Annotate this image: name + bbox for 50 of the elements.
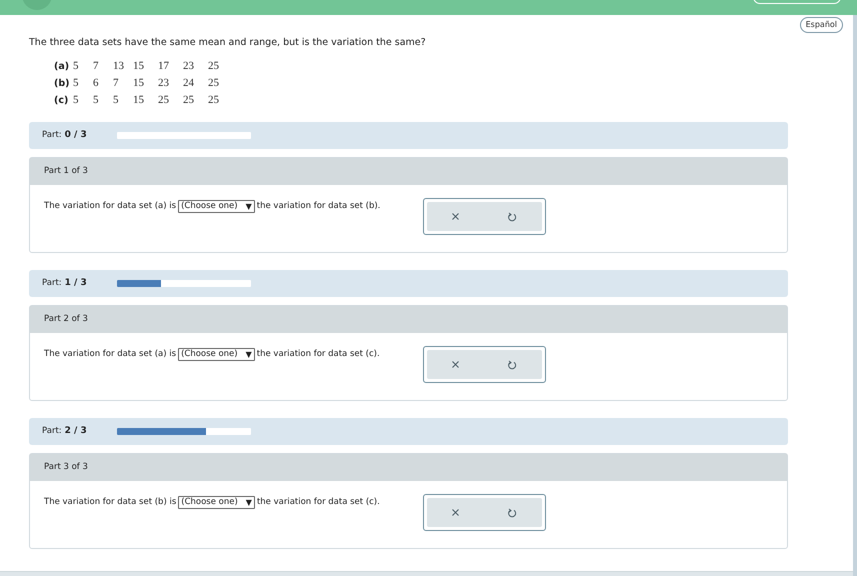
progress-count: 0 / 3: [64, 129, 88, 142]
data-set-label: (a): [54, 60, 70, 74]
close-icon[interactable]: [452, 213, 459, 220]
progress-label: Part:: [42, 129, 62, 142]
progress-count: 1 / 3: [64, 277, 88, 290]
close-icon[interactable]: [452, 509, 459, 516]
progress-label: Part:: [42, 425, 62, 438]
data-value: 23: [183, 59, 195, 74]
data-value: 5: [73, 93, 80, 108]
part-title: Part 1 of 3: [44, 165, 88, 178]
choice-dropdown[interactable]: (Choose one) ▼: [178, 348, 255, 362]
data-value: 24: [183, 76, 195, 92]
undo-icon[interactable]: [508, 212, 518, 222]
part-title: Part 3 of 3: [44, 461, 88, 474]
question-text: The three data sets have the same mean and range, but is the variation the same?: [29, 36, 427, 50]
data-value: 5: [113, 93, 120, 108]
part-title: Part 2 of 3: [44, 313, 88, 326]
sentence-end: the variation for data set (b).: [256, 200, 380, 214]
close-icon[interactable]: [452, 361, 459, 368]
sentence-start: The variation for data set (a) is: [44, 200, 176, 214]
data-value: 5: [73, 59, 80, 74]
data-value: 23: [158, 76, 170, 92]
data-value: 17: [158, 59, 170, 74]
sentence-start: The variation for data set (a) is: [44, 348, 176, 362]
data-value: 7: [93, 59, 100, 74]
data-value: 5: [93, 93, 100, 108]
choice-dropdown[interactable]: (Choose one) ▼: [178, 200, 255, 214]
data-value: 5: [73, 76, 80, 92]
data-set-label: (c): [54, 94, 70, 108]
data-value: 15: [133, 59, 145, 74]
data-value: 25: [208, 76, 220, 92]
language-button[interactable]: Español: [800, 17, 843, 33]
data-value: 7: [113, 76, 120, 92]
data-value: 6: [93, 76, 100, 92]
progress-count: 2 / 3: [64, 425, 88, 438]
data-value: 15: [133, 76, 145, 92]
undo-icon[interactable]: [508, 508, 518, 518]
data-set-label: (b): [54, 77, 70, 92]
sentence-end: the variation for data set (c).: [256, 496, 380, 510]
data-value: 25: [208, 93, 220, 108]
choice-dropdown[interactable]: (Choose one) ▼: [178, 496, 255, 510]
data-value: 13: [113, 59, 125, 74]
data-value: 25: [183, 93, 195, 108]
data-value: 15: [133, 93, 145, 108]
sentence-start: The variation for data set (b) is: [44, 496, 176, 510]
data-value: 25: [208, 59, 220, 74]
undo-icon[interactable]: [508, 360, 518, 370]
sentence-end: the variation for data set (c).: [256, 348, 380, 362]
progress-label: Part:: [42, 277, 62, 290]
data-value: 25: [158, 93, 170, 108]
